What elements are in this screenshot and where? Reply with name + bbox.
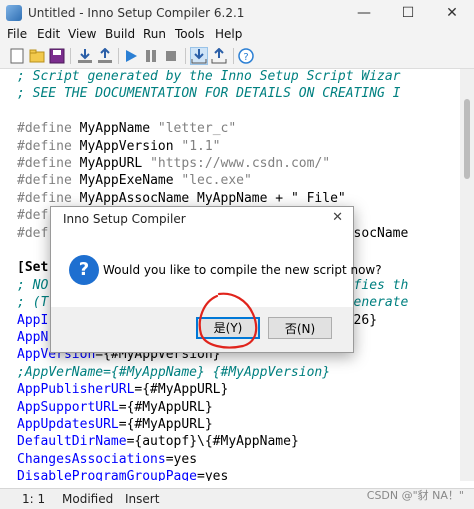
code-token: "lec.exe" <box>181 173 252 189</box>
code-token: AppPublisherURL <box>17 382 135 398</box>
upload-icon[interactable] <box>210 47 228 65</box>
code-token: ; SEE THE DOCUMENTATION FOR DETAILS ON C… <box>17 86 401 102</box>
code-line: #define MyAppName "letter_c" <box>17 121 236 136</box>
dialog-message: Would you like to compile the new script… <box>103 263 382 277</box>
code-token: ={#MyAppURL} <box>134 382 229 398</box>
code-token: MyAppURL <box>79 156 151 171</box>
inno-setup-app-icon <box>6 5 22 21</box>
dialog-close-button[interactable]: ✕ <box>332 210 343 225</box>
code-token: MyAppAssocName MyAppName + " File" <box>79 190 346 206</box>
svg-text:?: ? <box>243 52 248 63</box>
code-line: DisableProgramGroupPage=yes <box>17 469 228 481</box>
code-token: #define <box>17 138 80 154</box>
code-token: MyAppVersion <box>79 138 182 154</box>
code-token: #define <box>17 121 80 137</box>
code-line: DefaultDirName={autopf}\{#MyAppName} <box>17 434 299 449</box>
code-token: DisableProgramGroupPage <box>17 469 198 481</box>
code-token: MyAppExeName <box>79 173 182 189</box>
code-line: AppN <box>17 330 48 345</box>
menu-help[interactable]: Help <box>215 27 242 41</box>
compile-icon[interactable] <box>76 47 94 65</box>
new-file-icon[interactable] <box>8 47 26 65</box>
modified-indicator: Modified <box>62 492 114 506</box>
code-token: ={autopf}\{#MyAppName} <box>126 434 299 450</box>
code-token: "letter_c" <box>157 121 237 137</box>
code-token: "https://www.csdn.com/" <box>150 156 331 171</box>
code-line: AppSupportURL={#MyAppURL} <box>17 400 213 415</box>
code-line: ; SEE THE DOCUMENTATION FOR DETAILS ON C… <box>17 86 401 101</box>
open-icon[interactable] <box>28 47 46 65</box>
code-token: =yes <box>165 451 198 467</box>
menu-tools[interactable]: Tools <box>175 27 205 41</box>
code-token: ; Script generated by the Inno Setup Scr… <box>17 69 401 84</box>
menu-file[interactable]: File <box>7 27 27 41</box>
code-line: #define MyAppExeName "lec.exe" <box>17 173 252 188</box>
toolbar: ? <box>0 44 474 69</box>
code-token: ; (T <box>17 295 49 311</box>
code-token: MyAppName <box>79 121 158 137</box>
menu-run[interactable]: Run <box>143 27 166 41</box>
code-line: ChangesAssociations=yes <box>17 452 197 467</box>
code-token: AppI <box>17 312 49 328</box>
code-token: #define <box>17 156 80 171</box>
toolbar-separator <box>118 48 119 64</box>
compile-upload-icon[interactable] <box>96 47 114 65</box>
menu-edit[interactable]: Edit <box>37 27 60 41</box>
code-line: ; Script generated by the Inno Setup Scr… <box>17 69 401 84</box>
menu-bar: File Edit View Build Run Tools Help <box>0 26 474 44</box>
minimize-button[interactable]: — <box>342 0 386 26</box>
run-icon[interactable] <box>122 47 140 65</box>
code-token: =yes <box>197 469 229 481</box>
code-token: DefaultDirName <box>17 434 127 450</box>
code-token: [Set <box>17 260 49 276</box>
window-title: Untitled - Inno Setup Compiler 6.2.1 <box>28 6 245 20</box>
code-token: ChangesAssociations <box>17 451 166 467</box>
code-line: #define MyAppVersion "1.1" <box>17 139 221 154</box>
toolbar-separator <box>185 48 186 64</box>
help-icon[interactable]: ? <box>237 47 255 65</box>
vertical-scrollbar[interactable] <box>460 69 474 481</box>
code-token: ;AppVerName={#MyAppName} {#MyAppVersion} <box>17 364 331 380</box>
red-circle-annotation <box>198 292 258 349</box>
title-bar: Untitled - Inno Setup Compiler 6.2.1 — ☐… <box>0 0 474 26</box>
code-line: #define MyAppURL "https://www.csdn.com/" <box>17 156 330 171</box>
dialog-title: Inno Setup Compiler <box>63 212 186 226</box>
code-token: #define <box>17 190 80 206</box>
menu-view[interactable]: View <box>68 27 96 41</box>
cursor-position: 1: 1 <box>22 492 46 506</box>
download-icon[interactable] <box>190 47 208 65</box>
insert-mode: Insert <box>125 492 160 506</box>
pause-icon[interactable] <box>142 47 160 65</box>
code-token: AppN <box>17 330 49 345</box>
code-token: #def <box>17 225 49 241</box>
code-line: ;AppVerName={#MyAppName} {#MyAppVersion} <box>17 365 330 380</box>
maximize-button[interactable]: ☐ <box>386 0 430 26</box>
code-line: #def <box>17 208 48 223</box>
code-token: ={#MyAppURL} <box>118 399 213 415</box>
question-icon: ? <box>69 255 99 285</box>
save-icon[interactable] <box>48 47 66 65</box>
code-token: #define <box>17 173 80 189</box>
code-token: ={#MyAppURL} <box>118 417 213 432</box>
code-token: AppSupportURL <box>17 399 119 415</box>
code-line: #define MyAppAssocName MyAppName + " Fil… <box>17 191 346 206</box>
code-line: [Set <box>17 260 48 275</box>
toolbar-separator <box>70 48 71 64</box>
code-token: "1.1" <box>181 138 221 154</box>
code-line: AppPublisherURL={#MyAppURL} <box>17 382 228 397</box>
close-button[interactable]: ✕ <box>430 0 474 26</box>
code-token: #def <box>17 208 49 224</box>
no-button[interactable]: 否(N) <box>268 317 332 339</box>
code-line: AppUpdatesURL={#MyAppURL} <box>17 417 213 432</box>
code-token: AppUpdatesURL <box>17 417 119 432</box>
toolbar-separator <box>233 48 234 64</box>
watermark: CSDN @"豺 NA！" <box>366 489 464 502</box>
scrollbar-thumb[interactable] <box>464 99 470 179</box>
menu-build[interactable]: Build <box>105 27 135 41</box>
code-token: ; NO <box>17 277 49 293</box>
stop-icon[interactable] <box>162 47 180 65</box>
